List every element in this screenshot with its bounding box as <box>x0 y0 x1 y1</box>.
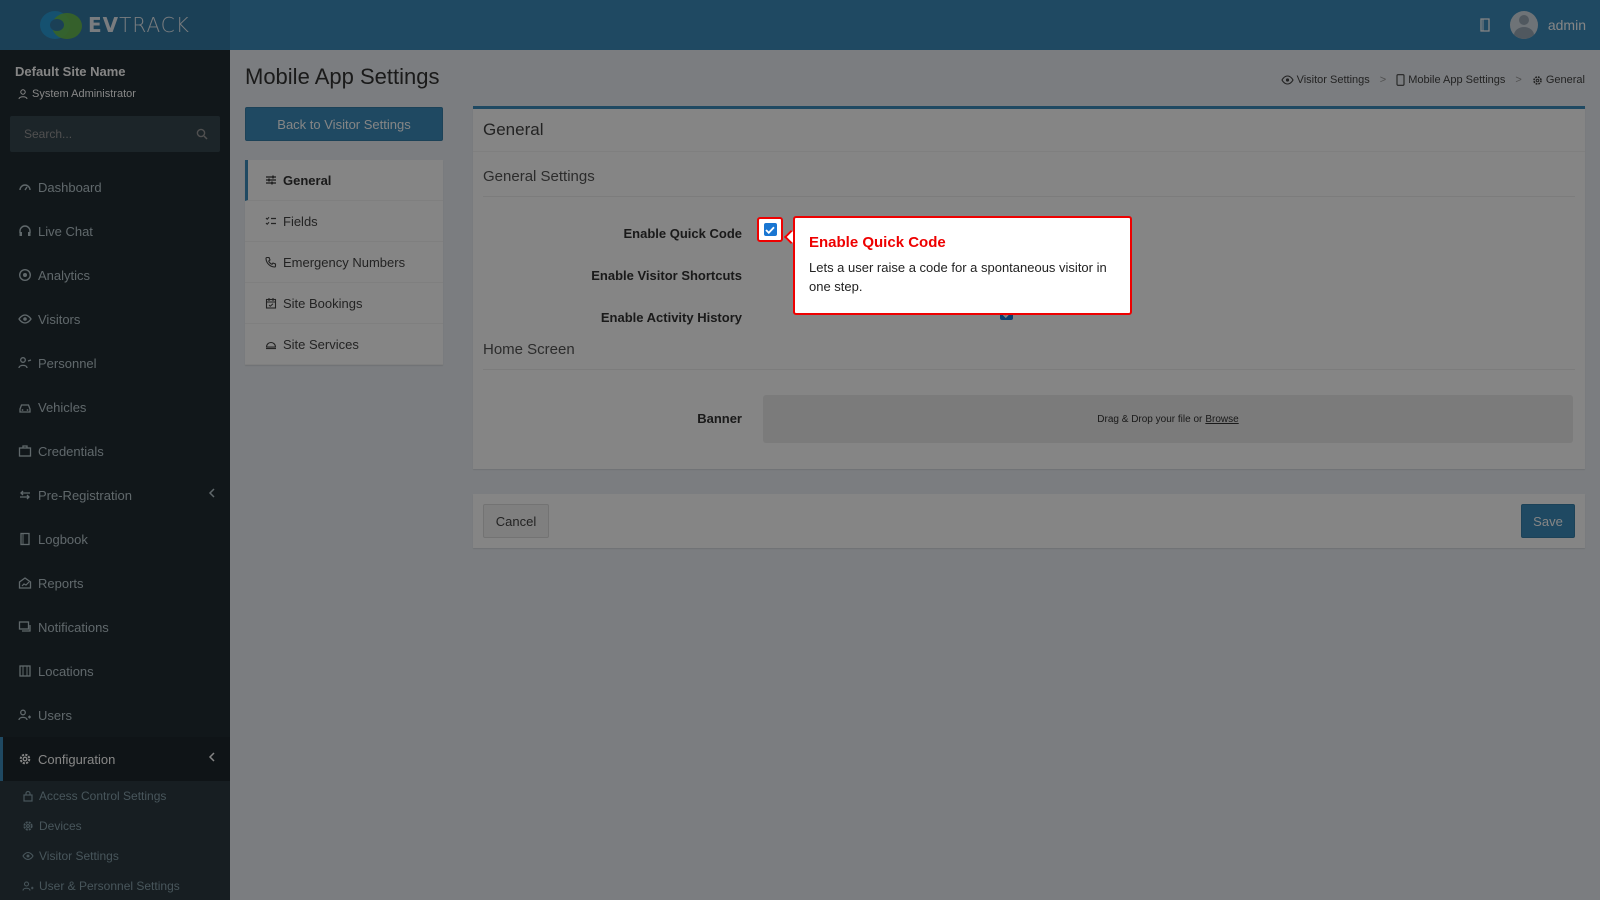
highlighted-quick-code-checkbox[interactable] <box>757 217 783 242</box>
tooltip-title: Enable Quick Code <box>809 234 946 251</box>
check-icon <box>765 226 775 234</box>
help-tooltip: Enable Quick Code Lets a user raise a co… <box>793 216 1132 315</box>
tutorial-dim-overlay <box>0 0 1600 900</box>
checkbox <box>763 223 777 236</box>
tooltip-body: Lets a user raise a code for a spontaneo… <box>809 260 1107 294</box>
